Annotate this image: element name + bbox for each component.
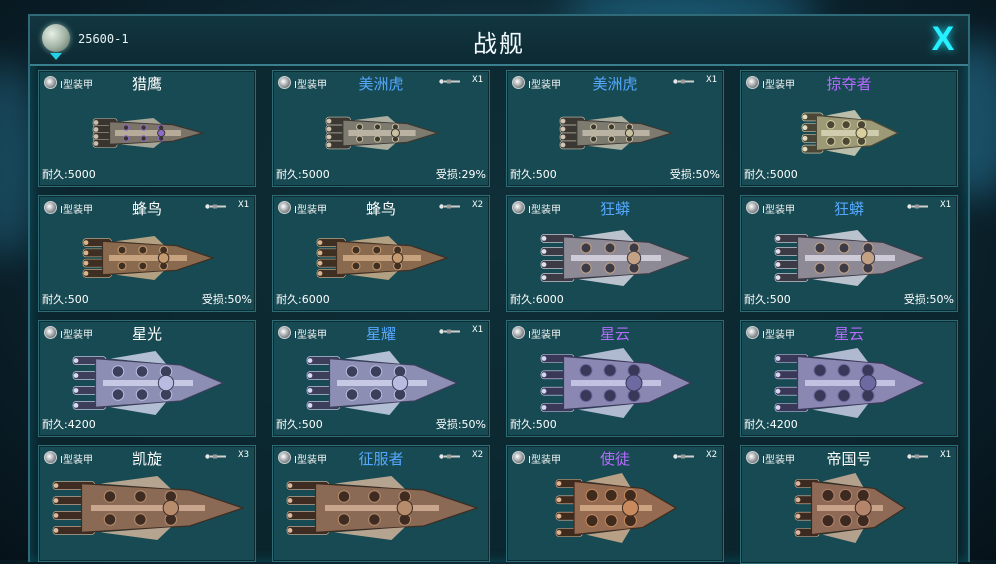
ship-hull-starlight (306, 351, 459, 415)
ship-hull-python (774, 230, 927, 286)
weapon-count: X3 (238, 450, 249, 460)
ship-hull-jaguar (325, 116, 441, 150)
weapon-count: X2 (706, 450, 717, 460)
ship-card[interactable]: I型装甲 星云 耐久:500 (506, 320, 724, 437)
close-button[interactable]: X (926, 20, 960, 58)
ship-hull-triumph (52, 476, 245, 540)
ship-card[interactable]: I型装甲 凯旋 X3 (38, 445, 256, 562)
weapon-icon (439, 329, 460, 334)
ship-card[interactable]: I型装甲 使徒 X2 (506, 445, 724, 562)
ship-card[interactable]: I型装甲 帝国号 X1 (740, 445, 958, 564)
damage-percent: 受损:50% (201, 293, 252, 306)
durability: 耐久:500 (42, 293, 89, 306)
weapon-count: X2 (472, 450, 483, 460)
ship-card[interactable]: I型装甲 狂蟒 X1 耐久:500 受损:50% (740, 195, 958, 312)
ship-hull-apostle (555, 473, 678, 543)
ship-card[interactable]: I型装甲 美洲虎 X1 耐久:500 受损:50% (506, 70, 724, 187)
ship-name: 星云 (833, 325, 864, 343)
ship-hull-hummingbird (82, 236, 215, 280)
weapon-icon (205, 204, 226, 209)
durability: 耐久:500 (276, 418, 323, 431)
weapon-icon (907, 454, 928, 459)
weapon-icon (673, 454, 694, 459)
ship-card[interactable]: I型装甲 星光 耐久:4200 (38, 320, 256, 437)
ship-card[interactable]: I型装甲 猎鹰 耐久:5000 (38, 70, 256, 187)
ship-card[interactable]: I型装甲 掠夺者 耐久:5000 (740, 70, 958, 187)
page-title: 战舰 (473, 30, 525, 58)
ship-card[interactable]: I型装甲 美洲虎 X1 耐久:5000 受损:29% (272, 70, 490, 187)
warship-panel: 25600-1 战舰 X I型装甲 猎鹰 耐久:5000 I型装甲 美洲虎 X1… (28, 14, 970, 564)
weapon-icon (439, 79, 460, 84)
damage-percent: 受损:50% (669, 168, 720, 181)
ship-name: 狂蟒 (599, 200, 630, 218)
ship-hull-python (540, 230, 693, 286)
weapon-count: X1 (472, 75, 483, 85)
ship-name: 猎鹰 (131, 75, 162, 93)
ship-card[interactable]: I型装甲 征服者 X2 (272, 445, 490, 562)
durability: 耐久:500 (510, 168, 557, 181)
ship-grid: I型装甲 猎鹰 耐久:5000 I型装甲 美洲虎 X1 耐久:5000 受损:2… (38, 70, 960, 564)
ship-hull-raider (801, 110, 900, 156)
weapon-icon (205, 454, 226, 459)
durability: 耐久:5000 (42, 168, 96, 181)
weapon-icon (673, 79, 694, 84)
durability: 耐久:6000 (510, 293, 564, 306)
durability: 耐久:500 (510, 418, 557, 431)
ship-card[interactable]: I型装甲 狂蟒 耐久:6000 (506, 195, 724, 312)
durability: 耐久:5000 (276, 168, 330, 181)
ship-hull-hummingbird (316, 236, 449, 280)
panel-header: 25600-1 战舰 X (30, 16, 968, 66)
ship-card[interactable]: I型装甲 星云 耐久:4200 (740, 320, 958, 437)
ship-card[interactable]: I型装甲 星耀 X1 耐久:500 受损:50% (272, 320, 490, 437)
weapon-icon (907, 204, 928, 209)
weapon-count: X1 (940, 450, 951, 460)
durability: 耐久:4200 (42, 418, 96, 431)
ship-hull-starlight (72, 351, 225, 415)
weapon-count: X1 (472, 325, 483, 335)
ship-hull-empire (794, 473, 907, 543)
weapon-count: X1 (706, 75, 717, 85)
ship-name: 掠夺者 (826, 75, 872, 93)
ship-name: 星云 (599, 325, 630, 343)
durability: 耐久:4200 (744, 418, 798, 431)
ship-hull-nebula (540, 348, 693, 418)
ship-hull-nebula (774, 348, 927, 418)
weapon-icon (439, 454, 460, 459)
damage-percent: 受损:29% (435, 168, 486, 181)
damage-percent: 受损:50% (903, 293, 954, 306)
ship-hull-falcon (92, 118, 206, 148)
weapon-count: X1 (940, 200, 951, 210)
durability: 耐久:6000 (276, 293, 330, 306)
weapon-count: X1 (238, 200, 249, 210)
weapon-icon (439, 204, 460, 209)
ship-name: 星光 (131, 325, 162, 343)
durability: 耐久:500 (744, 293, 791, 306)
damage-percent: 受损:50% (435, 418, 486, 431)
ship-hull-triumph (286, 476, 479, 540)
ship-hull-jaguar (559, 116, 675, 150)
weapon-count: X2 (472, 200, 483, 210)
ship-card[interactable]: I型装甲 蜂鸟 X2 耐久:6000 (272, 195, 490, 312)
ship-card[interactable]: I型装甲 蜂鸟 X1 耐久:500 受损:50% (38, 195, 256, 312)
durability: 耐久:5000 (744, 168, 798, 181)
